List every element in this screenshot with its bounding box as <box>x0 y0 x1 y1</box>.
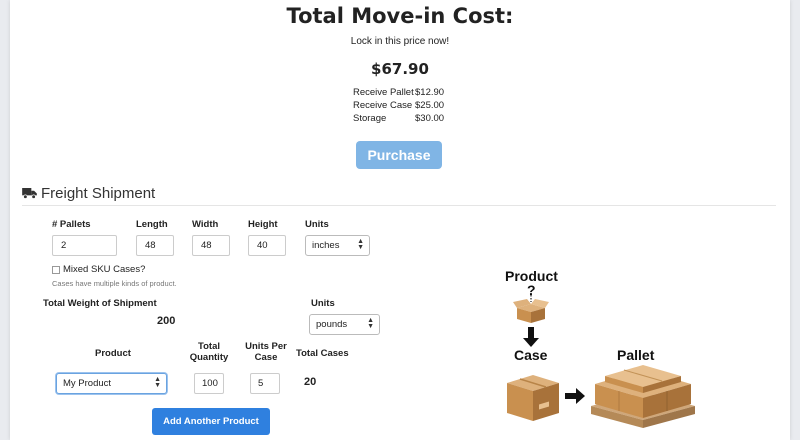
shipment-diagram <box>507 295 695 428</box>
pallets-label: # Pallets <box>52 219 91 230</box>
updown-arrows-icon: ▲ ▼ <box>357 238 364 251</box>
quantity-input[interactable]: 100 <box>194 373 224 394</box>
cost-label: Receive Pallet <box>353 87 414 98</box>
units-select[interactable]: inches ▲ ▼ <box>305 235 370 256</box>
weight-units-label: Units <box>311 298 335 309</box>
product-box-icon <box>513 299 549 323</box>
total-weight-label: Total Weight of Shipment <box>43 298 157 309</box>
weight-units-value: pounds <box>316 319 348 330</box>
mixed-sku-help: Cases have multiple kinds of product. <box>52 279 177 288</box>
case-box-icon <box>507 375 559 421</box>
page-title: Total Move-in Cost: <box>286 4 514 28</box>
total-cases-header: Total Cases <box>296 348 349 359</box>
total-quantity-header-line1: Total <box>198 341 220 352</box>
product-select-value: My Product <box>63 378 112 389</box>
height-input[interactable]: 40 <box>248 235 286 256</box>
product-header: Product <box>95 348 131 359</box>
cost-row: Receive Case $25.00 <box>353 99 447 112</box>
total-quantity-header: Total Quantity <box>184 341 234 363</box>
units-label: Units <box>305 219 329 230</box>
mixed-sku-checkbox[interactable] <box>52 266 60 274</box>
pallets-input[interactable]: 2 <box>52 235 117 256</box>
mixed-sku-label[interactable]: Mixed SKU Cases? <box>63 264 145 275</box>
width-input[interactable]: 48 <box>192 235 230 256</box>
cost-row: Storage $30.00 <box>353 112 447 125</box>
freight-heading-text: Freight Shipment <box>41 185 156 202</box>
weight-units-select[interactable]: pounds ▲ ▼ <box>309 314 380 335</box>
cost-label: Storage <box>353 113 387 124</box>
cost-breakdown: Receive Pallet $12.90 Receive Case $25.0… <box>353 86 447 125</box>
width-label: Width <box>192 219 219 230</box>
arrow-right-icon <box>565 388 585 404</box>
updown-arrows-icon: ▲ ▼ <box>154 376 161 389</box>
freight-section-heading: Freight Shipment <box>22 185 155 202</box>
total-quantity-header-line2: Quantity <box>189 352 229 363</box>
total-weight-value: 200 <box>157 315 176 327</box>
truck-icon <box>22 188 37 199</box>
units-per-case-header: Units Per Case <box>238 341 294 363</box>
cost-row: Receive Pallet $12.90 <box>353 86 447 99</box>
total-price: $67.90 <box>371 60 429 78</box>
total-cases-value: 20 <box>304 376 317 388</box>
units-per-case-header-line1: Units Per <box>245 341 287 352</box>
purchase-button[interactable]: Purchase <box>356 141 442 169</box>
product-select[interactable]: My Product ▲ ▼ <box>56 373 167 394</box>
length-label: Length <box>136 219 168 230</box>
units-select-value: inches <box>312 240 340 251</box>
add-another-product-button[interactable]: Add Another Product <box>152 408 270 435</box>
section-divider <box>22 205 776 206</box>
length-input[interactable]: 48 <box>136 235 174 256</box>
pallet-icon <box>591 365 695 428</box>
cost-label: Receive Case <box>353 100 413 111</box>
updown-arrows-icon: ▲ ▼ <box>367 317 374 330</box>
cost-value: $30.00 <box>415 113 445 124</box>
arrow-down-icon <box>523 327 539 347</box>
units-per-case-input[interactable]: 5 <box>250 373 280 394</box>
cost-value: $12.90 <box>415 87 445 98</box>
units-per-case-header-line2: Case <box>254 352 278 363</box>
subtitle: Lock in this price now! <box>350 36 450 47</box>
height-label: Height <box>248 219 278 230</box>
cost-value: $25.00 <box>415 100 445 111</box>
